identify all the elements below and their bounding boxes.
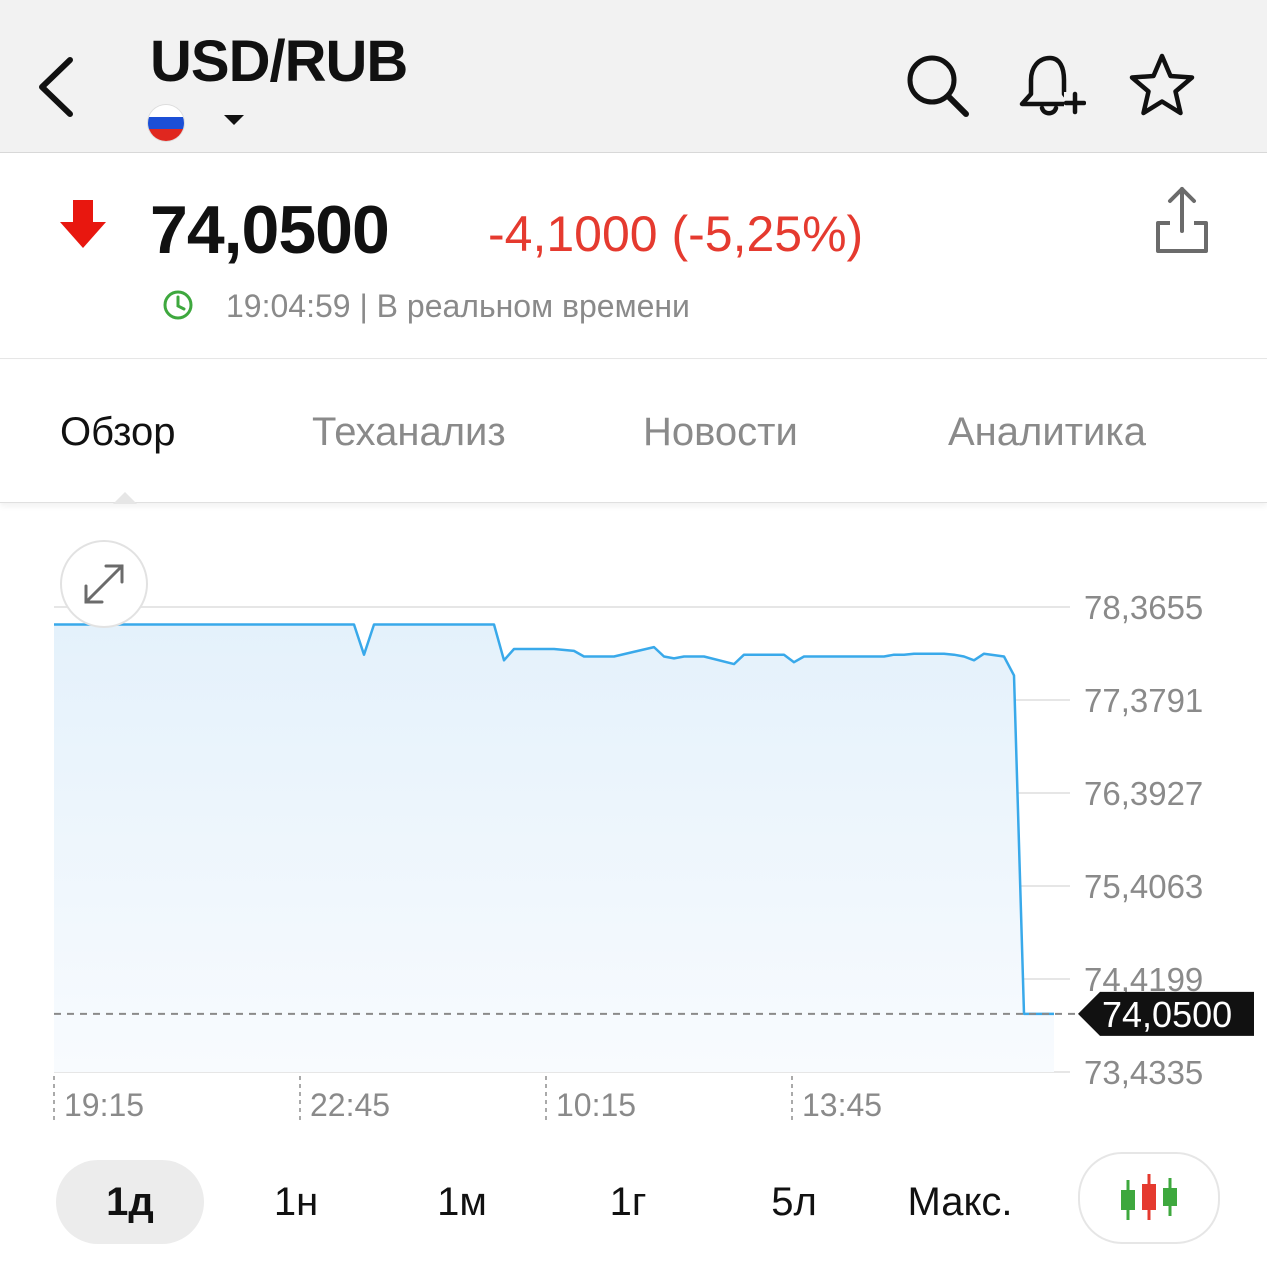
chart-grid: [54, 606, 1070, 1073]
y-tick-label: 77,3791: [1084, 682, 1203, 719]
period-5y[interactable]: 5л: [720, 1160, 868, 1244]
y-axis-labels: 78,3655 77,3791 76,3927 75,4063 74,4199 73,43…: [1084, 589, 1203, 1091]
arrow-down-icon: [60, 200, 106, 248]
period-selector: 1д 1н 1м 1г 5л Макс.: [0, 1150, 1267, 1250]
period-1d[interactable]: 1д: [56, 1160, 204, 1244]
last-price: 74,0500: [150, 192, 390, 268]
period-max[interactable]: Макс.: [886, 1160, 1034, 1244]
chart-type-button[interactable]: [1078, 1152, 1220, 1244]
alert-button[interactable]: [1014, 50, 1087, 122]
back-button[interactable]: [30, 52, 90, 122]
quote-time-status: 19:04:59 | В реальном времени: [226, 288, 690, 324]
share-button[interactable]: [1150, 183, 1214, 255]
search-button[interactable]: [902, 50, 974, 122]
favorite-button[interactable]: [1126, 50, 1198, 122]
tab-technical[interactable]: Теханализ: [312, 410, 506, 455]
active-tab-indicator: [113, 492, 137, 504]
x-tick-label: 13:45: [802, 1087, 882, 1123]
tab-news[interactable]: Новости: [643, 410, 798, 455]
chart-area-fill: [54, 624, 1054, 1072]
y-tick-label: 74,4199: [1084, 961, 1203, 998]
current-price-tag: 74,0500: [1078, 991, 1254, 1036]
y-tick-label: 78,3655: [1084, 589, 1203, 626]
period-1w[interactable]: 1н: [222, 1160, 370, 1244]
caret-down-icon[interactable]: [222, 112, 246, 128]
clock-icon: [163, 290, 193, 320]
tab-analytics[interactable]: Аналитика: [948, 410, 1146, 455]
expand-chart-button[interactable]: [60, 540, 148, 628]
bell-plus-icon: [1019, 55, 1087, 116]
y-tick-label: 75,4063: [1084, 868, 1203, 905]
x-tick-label: 10:15: [556, 1087, 636, 1123]
quote-panel: 74,0500 -4,1000 (-5,25%) 19:04:59 | В ре…: [0, 153, 1267, 359]
back-chevron-icon: [39, 57, 73, 117]
top-bar: USD/RUB: [0, 0, 1267, 153]
x-axis-labels: 19:15 22:45 10:15 13:45: [53, 1076, 882, 1124]
x-tick-label: 19:15: [64, 1087, 144, 1123]
x-tick-label: 22:45: [310, 1087, 390, 1123]
current-price-label: 74,0500: [1102, 994, 1232, 1035]
price-change: -4,1000 (-5,25%): [488, 206, 864, 262]
period-1m[interactable]: 1м: [388, 1160, 536, 1244]
star-icon: [1129, 53, 1195, 116]
candlestick-icon: [1121, 1174, 1177, 1220]
y-tick-label: 76,3927: [1084, 775, 1203, 812]
period-1y[interactable]: 1г: [554, 1160, 702, 1244]
tab-bar: Обзор Теханализ Новости Аналитика: [0, 360, 1267, 503]
russia-flag-icon: [148, 105, 184, 141]
search-icon: [907, 55, 969, 117]
share-icon: [1156, 187, 1208, 253]
tab-overview[interactable]: Обзор: [60, 410, 176, 455]
chart-price-line: [54, 623, 1054, 1016]
instrument-title: USD/RUB: [150, 29, 408, 94]
y-tick-label: 73,4335: [1084, 1054, 1203, 1091]
